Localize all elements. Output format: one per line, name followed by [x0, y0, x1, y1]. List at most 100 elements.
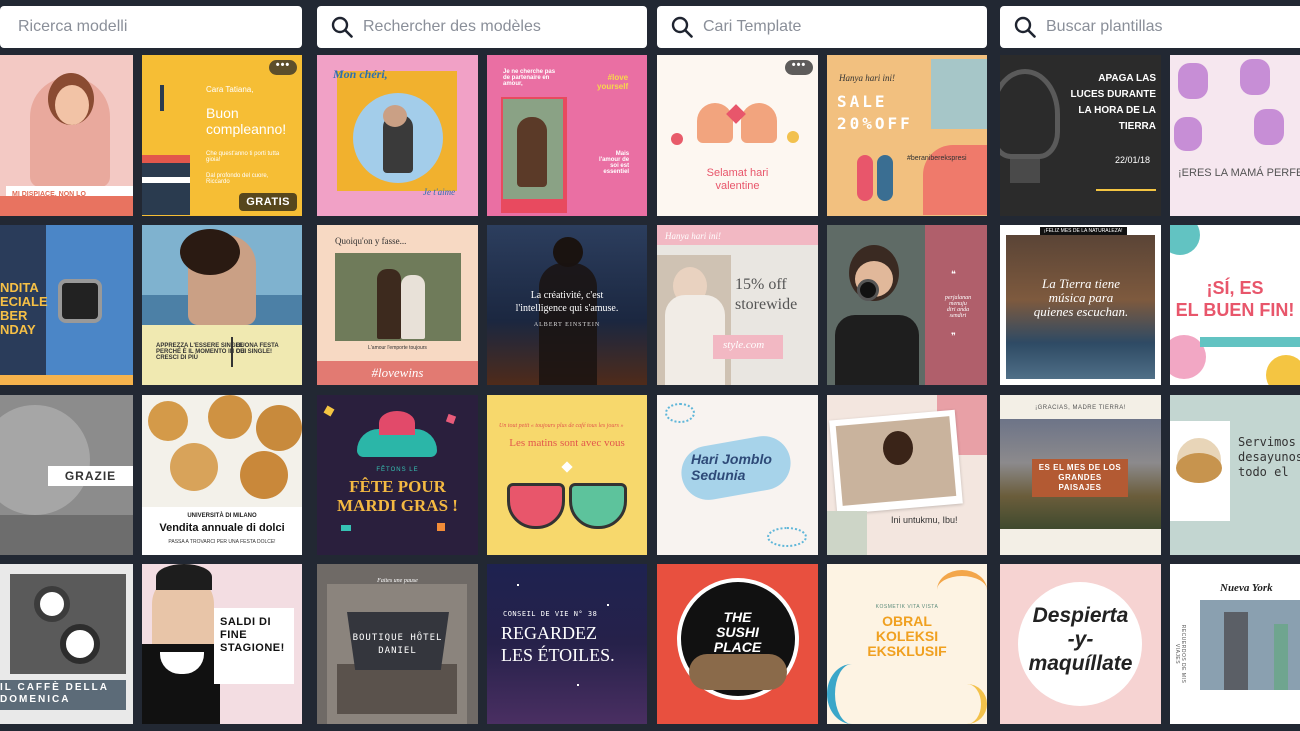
template-text: Cara Tatiana,: [206, 85, 254, 94]
template-card[interactable]: IL CAFFÈ DELLA DOMENICA: [0, 564, 133, 724]
more-options-icon[interactable]: •••: [785, 60, 813, 75]
more-options-icon[interactable]: •••: [269, 60, 297, 75]
template-column-indonesian: Cari Template Selamat hari valentine •••…: [657, 0, 988, 731]
template-card[interactable]: FÊTONS LE FÊTE POUR MARDI GRAS !: [317, 395, 478, 555]
template-card[interactable]: Un tout petit « toujours plus de café to…: [487, 395, 647, 555]
template-card[interactable]: Despierta -y- maquíllate: [1000, 564, 1161, 724]
template-card[interactable]: APPREZZA L'ESSERE SINGLE PERCHÉ È IL MOM…: [142, 225, 302, 385]
template-text: Faites une pause: [377, 578, 418, 584]
template-card[interactable]: Cara Tatiana, Buon compleanno! Che quest…: [142, 55, 302, 216]
template-card[interactable]: ¡FELIZ MES DE LA NATURALEZA! La Tierra t…: [1000, 225, 1161, 385]
search-icon: [671, 16, 693, 38]
template-text: ¡GRACIAS, MADRE TIERRA!: [1035, 405, 1126, 411]
template-card[interactable]: ¡GRACIAS, MADRE TIERRA! ES EL MES DE LOS…: [1000, 395, 1161, 555]
template-card[interactable]: ¡SÍ, ES EL BUEN FIN!: [1170, 225, 1300, 385]
template-card[interactable]: GRAZIE: [0, 395, 133, 555]
template-text: SALDI DI FINE STAGIONE!: [220, 616, 285, 654]
template-text: SALE 20%OFF: [837, 92, 913, 133]
template-text: ¡ERES LA MAMÁ PERFECTA: [1178, 167, 1300, 179]
template-card[interactable]: La créativité, c'est l'intelligence qui …: [487, 225, 647, 385]
template-text: THE SUSHI PLACE: [713, 609, 762, 655]
template-text: ¡SÍ, ES EL BUEN FIN!: [1175, 278, 1295, 320]
template-card[interactable]: Mon chéri, Je t'aime: [317, 55, 478, 216]
search-bar-spanish[interactable]: Buscar plantillas: [1000, 6, 1300, 48]
template-text: GRAZIE: [48, 466, 133, 486]
template-text: CONSEIL DE VIE N° 38: [503, 610, 598, 618]
template-card[interactable]: KOSMETIK VITA VISTA OBRAL KOLEKSI EKSKLU…: [827, 564, 987, 724]
template-text: Mais l'amour de soi est essentiel: [599, 151, 630, 175]
template-text: NDITA ECIALE BER NDAY: [0, 280, 48, 337]
search-icon: [331, 16, 353, 38]
template-text: Nueva York: [1220, 582, 1273, 594]
template-text: APAGA LAS LUCES DURANTE LA HORA DE LA TI…: [1070, 73, 1156, 132]
template-card[interactable]: perjalanan menuju diri anda sendiri ❝ ❞: [827, 225, 987, 385]
template-text: Despierta -y- maquíllate: [1028, 604, 1133, 675]
template-text: L'amour l'emporte toujours: [368, 345, 427, 351]
decorative-quote: ❞: [951, 331, 956, 341]
template-text: #beraniberekspresi: [907, 155, 967, 162]
template-text: #lovewins: [371, 365, 424, 380]
search-bar-french[interactable]: Rechercher des modèles: [317, 6, 647, 48]
template-card[interactable]: Ini untukmu, Ibu!: [827, 395, 987, 555]
template-card[interactable]: Je ne cherche pas de partenaire en amour…: [487, 55, 647, 216]
template-text: Hanya hari ini!: [839, 73, 895, 83]
template-text: UNIVERSITÀ DI MILANO: [187, 513, 257, 519]
template-text: Je t'aime: [423, 187, 456, 197]
template-card[interactable]: Hanya hari ini! SALE 20%OFF #beraniberek…: [827, 55, 987, 216]
template-column-italian: Ricerca modelli MI DISPIACE, NON LO COND…: [0, 0, 303, 731]
template-text: OBRAL KOLEKSI EKSKLUSIF: [867, 613, 947, 659]
search-icon: [1014, 16, 1036, 38]
template-text: style.com: [723, 339, 765, 351]
template-text: Dal profondo del cuore, Riccardo: [206, 173, 269, 185]
template-card[interactable]: NDITA ECIALE BER NDAY: [0, 225, 133, 385]
template-text: #love yourself: [597, 73, 629, 91]
template-text: Buon compleanno!: [206, 105, 287, 137]
search-bar-italian[interactable]: Ricerca modelli: [0, 6, 302, 48]
template-column-french: Rechercher des modèles Mon chéri, Je t'a…: [317, 0, 648, 731]
template-text: ES EL MES DE LOS GRANDES PAISAJES: [1032, 459, 1128, 497]
template-text: FÊTONS LE: [376, 467, 419, 473]
template-text: 15% off storewide: [735, 276, 798, 313]
template-card[interactable]: ¡ERES LA MAMÁ PERFECTA: [1170, 55, 1300, 216]
template-text: Ini untukmu, Ibu!: [891, 515, 958, 525]
template-card[interactable]: Faites une pause BOUTIQUE HÔTEL DANIEL: [317, 564, 478, 724]
template-text: KOSMETIK VITA VISTA: [875, 604, 939, 610]
template-text: Je ne cherche pas de partenaire en amour…: [503, 69, 556, 87]
template-text: BUONA FESTA DEI SINGLE!: [236, 343, 279, 355]
search-input-placeholder[interactable]: Buscar plantillas: [1046, 18, 1163, 36]
template-text: Hari Jomblo Sedunia: [691, 451, 772, 483]
template-text: perjalanan menuju diri anda sendiri: [944, 295, 972, 319]
template-card[interactable]: Hari Jomblo Sedunia: [657, 395, 818, 555]
decorative-quote: ❝: [951, 269, 956, 279]
template-card[interactable]: THE SUSHI PLACE: [657, 564, 818, 724]
template-card[interactable]: UNIVERSITÀ DI MILANO Vendita annuale di …: [142, 395, 302, 555]
template-text: FÊTE POUR MARDI GRAS !: [337, 477, 458, 515]
template-text: Un tout petit « toujours plus de café to…: [499, 423, 624, 429]
search-bar-indonesian[interactable]: Cari Template: [657, 6, 987, 48]
template-card[interactable]: MI DISPIACE, NON LO CONDIVIDO!: [0, 55, 133, 216]
template-text: Selamat hari valentine: [706, 167, 769, 192]
template-text: Hanya hari ini!: [665, 231, 721, 241]
search-input-placeholder[interactable]: Rechercher des modèles: [363, 18, 541, 36]
template-column-spanish: Buscar plantillas APAGA LAS LUCES DURANT…: [1000, 0, 1300, 731]
template-text: Servimos desayunos todo el: [1238, 435, 1300, 479]
template-card[interactable]: Quoiqu'on y fasse... L'amour l'emporte t…: [317, 225, 478, 385]
template-card[interactable]: Nueva York RECUERDOS DE MIS VIAJES: [1170, 564, 1300, 724]
template-text: PASSA A TROVARCI PER UNA FESTA DOLCE!: [168, 539, 276, 545]
template-text: REGARDEZ LES ÉTOILES.: [501, 623, 615, 665]
template-text: ALBERT EINSTEIN: [533, 322, 601, 328]
search-input-placeholder[interactable]: Ricerca modelli: [18, 18, 127, 36]
free-badge: GRATIS: [239, 193, 297, 211]
template-card[interactable]: Selamat hari valentine •••: [657, 55, 818, 216]
template-text: La Tierra tiene música para quienes escu…: [1033, 276, 1129, 319]
template-card[interactable]: CONSEIL DE VIE N° 38 REGARDEZ LES ÉTOILE…: [487, 564, 647, 724]
template-text: IL CAFFÈ DELLA DOMENICA: [0, 682, 109, 705]
template-text: La créativité, c'est l'intelligence qui …: [515, 290, 619, 314]
search-input-placeholder[interactable]: Cari Template: [703, 18, 801, 36]
template-text: 22/01/18: [1114, 155, 1150, 165]
template-card[interactable]: Hanya hari ini! 15% off storewide style.…: [657, 225, 818, 385]
template-card[interactable]: Servimos desayunos todo el: [1170, 395, 1300, 555]
template-text: Che quest'anno ti porti tutta gioia!: [206, 151, 280, 163]
template-card[interactable]: APAGA LAS LUCES DURANTE LA HORA DE LA TI…: [1000, 55, 1161, 216]
template-card[interactable]: SALDI DI FINE STAGIONE!: [142, 564, 302, 724]
